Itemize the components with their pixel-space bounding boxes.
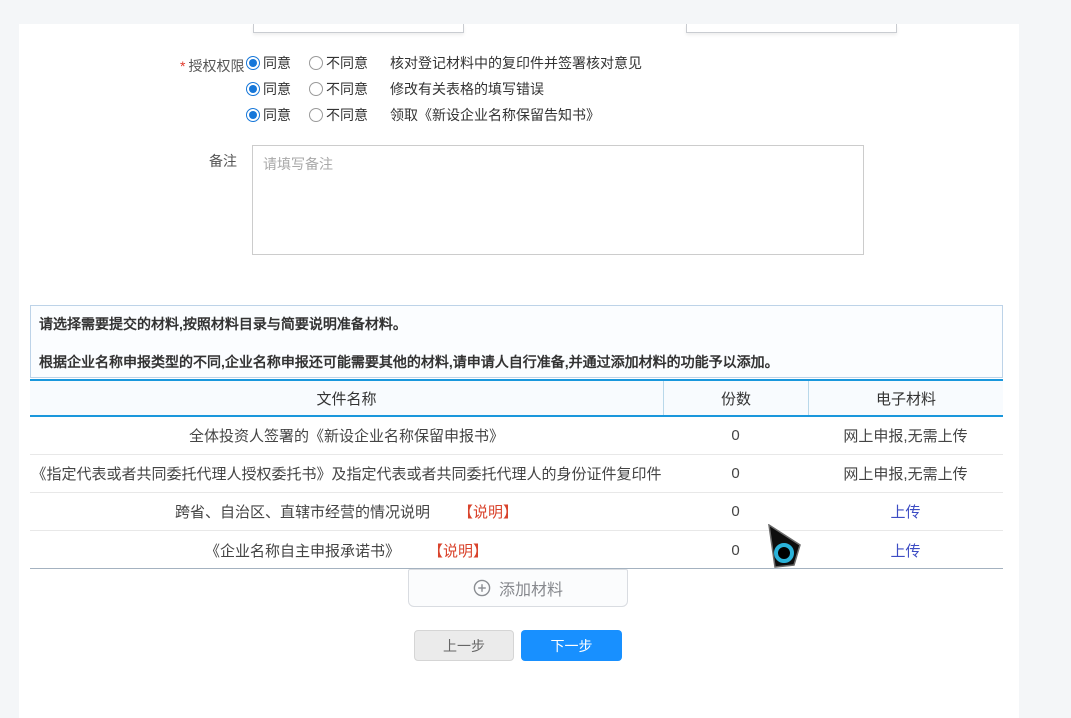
header-file-name: 文件名称 xyxy=(30,381,663,415)
radio-disagree-label: 不同意 xyxy=(326,53,368,73)
radio-agree-icon[interactable] xyxy=(246,108,260,122)
input-field-partial-left[interactable] xyxy=(253,24,464,33)
notice-line-1: 请选择需要提交的材料,按照材料目录与简要说明准备材料。 xyxy=(39,314,407,334)
radio-disagree-icon[interactable] xyxy=(309,108,323,122)
document-count: 0 xyxy=(663,503,808,520)
header-electronic: 电子材料 xyxy=(808,381,1003,415)
radio-disagree-label: 不同意 xyxy=(326,79,368,99)
document-name-cell: 跨省、自治区、直辖市经营的情况说明 【说明】 xyxy=(30,501,663,522)
document-name-cell: 《企业名称自主申报承诺书》 【说明】 xyxy=(30,540,663,561)
radio-option-disagree[interactable]: 不同意 xyxy=(309,79,368,99)
next-step-button[interactable]: 下一步 xyxy=(521,630,622,661)
radio-agree-label: 同意 xyxy=(263,53,291,73)
materials-table: 文件名称 份数 电子材料 全体投资人签署的《新设企业名称保留申报书》 0 网上申… xyxy=(30,379,1003,569)
upload-link[interactable]: 上传 xyxy=(890,540,920,561)
electronic-status: 网上申报,无需上传 xyxy=(843,463,967,484)
document-name: 全体投资人签署的《新设企业名称保留申报书》 xyxy=(189,425,504,446)
explanation-link[interactable]: 【说明】 xyxy=(458,501,518,522)
document-count: 0 xyxy=(663,427,808,444)
remarks-label: 备注 xyxy=(209,151,237,171)
radio-disagree-label: 不同意 xyxy=(326,105,368,125)
document-name-cell: 全体投资人签署的《新设企业名称保留申报书》 xyxy=(30,425,663,446)
header-count: 份数 xyxy=(663,381,808,415)
radio-agree-label: 同意 xyxy=(263,105,291,125)
upload-link[interactable]: 上传 xyxy=(890,501,920,522)
document-name: 跨省、自治区、直辖市经营的情况说明 xyxy=(175,501,430,522)
radio-option-disagree[interactable]: 不同意 xyxy=(309,53,368,73)
document-count: 0 xyxy=(663,542,808,559)
authorization-label: *授权权限 xyxy=(180,56,244,76)
input-field-partial-right[interactable] xyxy=(686,24,897,33)
radio-agree-label: 同意 xyxy=(263,79,291,99)
table-row: 全体投资人签署的《新设企业名称保留申报书》 0 网上申报,无需上传 xyxy=(30,417,1003,455)
radio-agree-icon[interactable] xyxy=(246,82,260,96)
materials-notice-box: 请选择需要提交的材料,按照材料目录与简要说明准备材料。 根据企业名称申报类型的不… xyxy=(30,305,1003,378)
previous-step-button[interactable]: 上一步 xyxy=(414,630,514,661)
document-count: 0 xyxy=(663,465,808,482)
add-material-button[interactable]: 添加材料 xyxy=(408,569,628,607)
radio-option-disagree[interactable]: 不同意 xyxy=(309,105,368,125)
authorization-item-description: 领取《新设企业名称保留告知书》 xyxy=(390,105,600,125)
radio-disagree-icon[interactable] xyxy=(309,82,323,96)
radio-disagree-icon[interactable] xyxy=(309,56,323,70)
authorization-row: 同意 不同意 核对登记材料中的复印件并签署核对意见 xyxy=(246,53,642,73)
notice-line-2: 根据企业名称申报类型的不同,企业名称申报还可能需要其他的材料,请申请人自行准备,… xyxy=(39,352,779,372)
table-row: 跨省、自治区、直辖市经营的情况说明 【说明】 0 上传 xyxy=(30,493,1003,531)
authorization-item-description: 核对登记材料中的复印件并签署核对意见 xyxy=(390,53,642,73)
table-header-row: 文件名称 份数 电子材料 xyxy=(30,379,1003,417)
radio-option-agree[interactable]: 同意 xyxy=(246,105,291,125)
authorization-row: 同意 不同意 修改有关表格的填写错误 xyxy=(246,79,544,99)
add-material-label: 添加材料 xyxy=(499,576,563,600)
table-row: 《指定代表或者共同委托代理人授权委托书》及指定代表或者共同委托代理人的身份证件复… xyxy=(30,455,1003,493)
document-name: 《企业名称自主申报承诺书》 xyxy=(205,540,400,561)
authorization-item-description: 修改有关表格的填写错误 xyxy=(390,79,544,99)
authorization-label-text: 授权权限 xyxy=(188,58,244,74)
electronic-status: 网上申报,无需上传 xyxy=(843,425,967,446)
plus-circle-icon xyxy=(473,579,491,597)
authorization-row: 同意 不同意 领取《新设企业名称保留告知书》 xyxy=(246,105,600,125)
required-asterisk: * xyxy=(180,58,185,74)
document-name-cell: 《指定代表或者共同委托代理人授权委托书》及指定代表或者共同委托代理人的身份证件复… xyxy=(30,463,663,484)
remarks-textarea[interactable] xyxy=(252,145,864,255)
table-row: 《企业名称自主申报承诺书》 【说明】 0 上传 xyxy=(30,531,1003,569)
explanation-link[interactable]: 【说明】 xyxy=(428,540,488,561)
radio-option-agree[interactable]: 同意 xyxy=(246,79,291,99)
radio-agree-icon[interactable] xyxy=(246,56,260,70)
document-name: 《指定代表或者共同委托代理人授权委托书》及指定代表或者共同委托代理人的身份证件复… xyxy=(31,463,661,484)
radio-option-agree[interactable]: 同意 xyxy=(246,53,291,73)
